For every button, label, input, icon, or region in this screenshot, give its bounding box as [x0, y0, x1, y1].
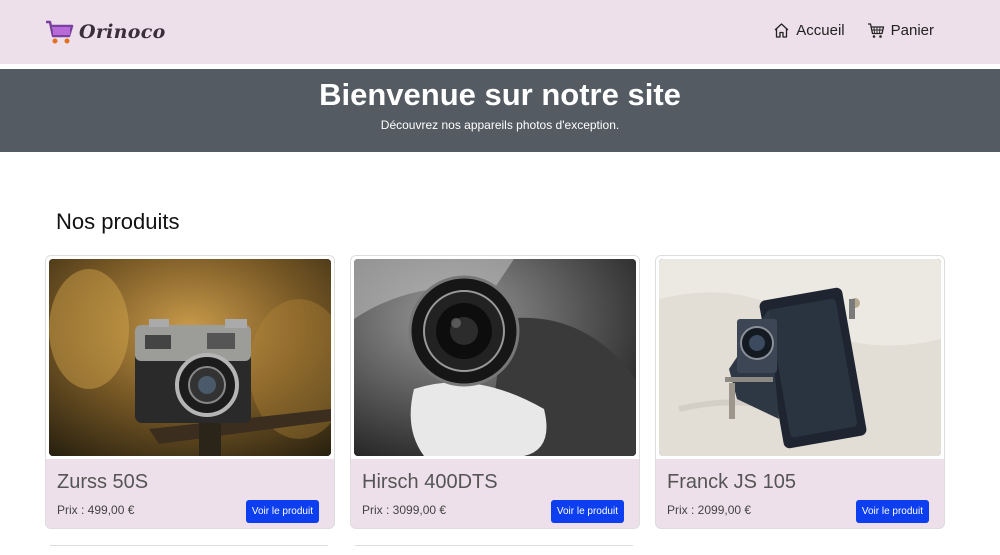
products-section-title: Nos produits — [56, 209, 180, 234]
view-product-button[interactable]: Voir le produit — [550, 500, 624, 523]
nav-cart-link[interactable]: Panier — [867, 22, 934, 39]
product-price: Prix : 3099,00 € — [362, 503, 447, 517]
product-image[interactable] — [659, 259, 941, 456]
view-product-button[interactable]: Voir le produit — [245, 500, 319, 523]
product-card[interactable]: Zurss 50S Prix : 499,00 € Voir le produi… — [45, 255, 335, 529]
cart-icon — [867, 22, 885, 39]
navbar: Orinoco Accueil Panier — [0, 0, 1000, 64]
hero-banner: Bienvenue sur notre site Découvrez nos a… — [0, 69, 1000, 152]
nav-cart-label: Panier — [890, 22, 934, 39]
product-name: Zurss 50S — [57, 471, 149, 493]
product-name: Hirsch 400DTS — [362, 471, 498, 493]
brand-name: Orinoco — [79, 21, 166, 43]
product-name: Franck JS 105 — [667, 471, 796, 493]
nav-home-label: Accueil — [796, 22, 845, 39]
brand-logo[interactable]: Orinoco — [44, 18, 166, 46]
nav-home-link[interactable]: Accueil — [773, 22, 845, 39]
product-card-next-row — [50, 545, 328, 555]
nav-links: Accueil Panier — [773, 22, 934, 39]
product-image[interactable] — [354, 259, 636, 456]
hero-subtitle: Découvrez nos appareils photos d'excepti… — [380, 118, 620, 132]
product-card-next-row — [355, 545, 633, 555]
product-card[interactable]: Franck JS 105 Prix : 2099,00 € Voir le p… — [655, 255, 945, 529]
house-icon — [773, 22, 790, 39]
hero-title: Bienvenue sur notre site — [319, 77, 681, 112]
product-card[interactable]: Hirsch 400DTS Prix : 3099,00 € Voir le p… — [350, 255, 640, 529]
product-price: Prix : 2099,00 € — [667, 503, 752, 517]
view-product-button[interactable]: Voir le produit — [855, 500, 929, 523]
product-price: Prix : 499,00 € — [57, 503, 135, 517]
product-image[interactable] — [49, 259, 331, 456]
shopping-cart-logo-icon — [44, 18, 74, 46]
